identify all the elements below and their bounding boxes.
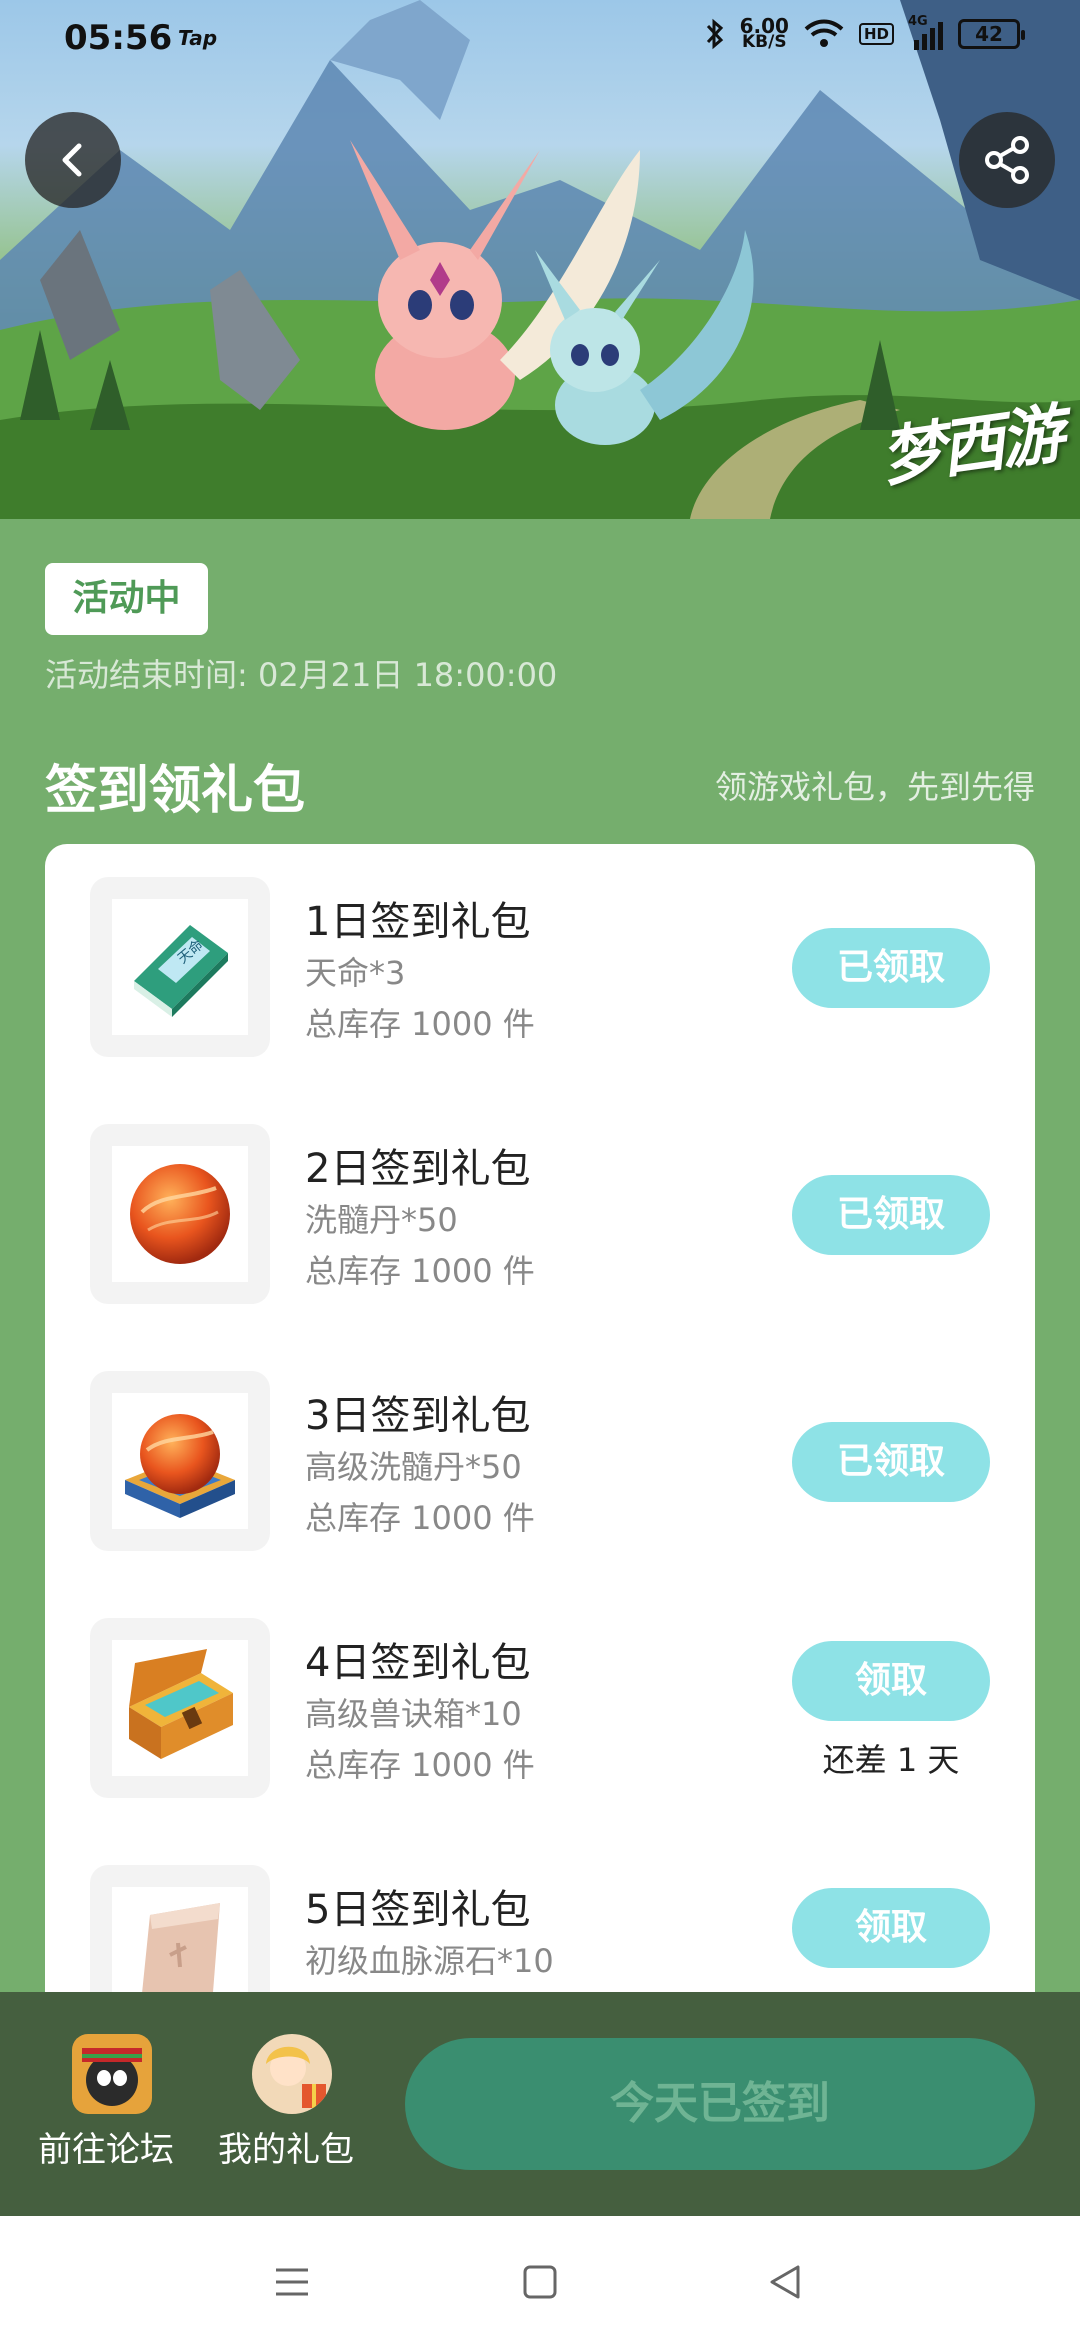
gift-item: 高级洗髓丹*50 [305, 1448, 522, 1486]
battery-level: 42 [975, 22, 1003, 46]
status-app-tag: Tap [178, 26, 218, 50]
gift-name: 5日签到礼包 [305, 1887, 531, 1933]
claimed-button[interactable]: 已领取 [792, 1175, 990, 1255]
triangle-back-icon [770, 2265, 800, 2299]
gift-stock: 总库存 1000 件 [305, 1005, 535, 1043]
gift-item: 天命*3 [305, 954, 406, 992]
claim-button[interactable]: 领取 [792, 1641, 990, 1721]
gift-name: 2日签到礼包 [305, 1146, 531, 1192]
share-button[interactable] [959, 112, 1055, 208]
menu-icon [276, 2268, 308, 2296]
my-gifts-shortcut[interactable]: 我的礼包 [216, 1992, 356, 2216]
activity-status-badge: 活动中 [45, 563, 208, 635]
gift-thumbnail [90, 1124, 270, 1304]
hd-badge: HD [858, 23, 894, 45]
book-icon: 天命 [134, 925, 228, 1017]
back-button[interactable] [25, 112, 121, 208]
wifi-icon [804, 19, 844, 47]
section-subtitle: 领游戏礼包，先到先得 [714, 768, 1035, 806]
bluetooth-icon [706, 18, 723, 50]
my-gifts-avatar-icon [252, 2034, 332, 2114]
gift-name: 1日签到礼包 [305, 899, 531, 945]
forum-label: 前往论坛 [38, 2130, 174, 2170]
days-remaining: 还差 1 天 [822, 1741, 960, 1779]
gift-thumbnail [90, 1371, 270, 1551]
gift-row-day-1: 天命 1日签到礼包 天命*3 总库存 1000 件 已领取 [45, 844, 1035, 1057]
home-nav-button[interactable] [510, 2252, 570, 2312]
chevron-left-icon [62, 143, 82, 177]
signed-in-today-button[interactable]: 今天已签到 [405, 2038, 1035, 2170]
claim-button[interactable]: 领取 [792, 1888, 990, 1968]
orb-box-icon [125, 1414, 235, 1518]
gift-stock: 总库存 1000 件 [305, 1252, 535, 1290]
treasure-chest-icon [129, 1649, 233, 1759]
gift-list-card: 天命 1日签到礼包 天命*3 总库存 1000 件 已领取 2日签到礼包 洗髓丹… [45, 844, 1035, 2074]
battery-icon: 42 [958, 19, 1025, 49]
signal-icon: 4G [908, 14, 944, 50]
status-time: 05:56 [64, 18, 173, 58]
orb-icon [130, 1164, 230, 1264]
gift-name: 3日签到礼包 [305, 1393, 531, 1439]
gift-row-day-2: 2日签到礼包 洗髓丹*50 总库存 1000 件 已领取 [45, 1091, 1035, 1304]
claimed-button[interactable]: 已领取 [792, 1422, 990, 1502]
gift-thumbnail: 天命 [90, 877, 270, 1057]
gift-name: 4日签到礼包 [305, 1640, 531, 1686]
gift-item: 洗髓丹*50 [305, 1201, 458, 1239]
gift-thumbnail [90, 1618, 270, 1798]
gift-row-day-3: 3日签到礼包 高级洗髓丹*50 总库存 1000 件 已领取 [45, 1338, 1035, 1551]
net-speed: 6.00 KB/S [740, 16, 789, 52]
section-title: 签到领礼包 [45, 761, 306, 821]
status-bar: 05:56 Tap 6.00 KB/S HD 4G 42 [0, 0, 1080, 80]
gift-stock: 总库存 1000 件 [305, 1499, 535, 1537]
net-speed-unit: KB/S [742, 32, 787, 52]
claimed-button[interactable]: 已领取 [792, 928, 990, 1008]
system-navigation-bar [0, 2216, 1080, 2340]
my-gifts-label: 我的礼包 [218, 2130, 354, 2170]
gift-item: 初级血脉源石*10 [305, 1942, 554, 1980]
gift-item: 高级兽诀箱*10 [305, 1695, 522, 1733]
forum-shortcut[interactable]: 前往论坛 [36, 1992, 176, 2216]
status-icons: 6.00 KB/S HD 4G 42 [704, 14, 1025, 52]
menu-nav-button[interactable] [262, 2252, 322, 2312]
gift-stock: 总库存 1000 件 [305, 1746, 535, 1784]
network-type: 4G [908, 14, 928, 29]
gift-row-day-4: 4日签到礼包 高级兽诀箱*10 总库存 1000 件 领取 还差 1 天 [45, 1585, 1035, 1798]
activity-end-time: 活动结束时间: 02月21日 18:00:00 [45, 656, 558, 694]
square-home-icon [523, 2265, 557, 2299]
hero-banner: 05:56 Tap 6.00 KB/S HD 4G 42 梦西游 [0, 0, 1080, 519]
share-icon [985, 136, 1029, 184]
forum-avatar-icon [72, 2034, 152, 2114]
back-nav-button[interactable] [756, 2252, 816, 2312]
bottom-action-bar: 前往论坛 我的礼包 今天已签到 [0, 1992, 1080, 2216]
